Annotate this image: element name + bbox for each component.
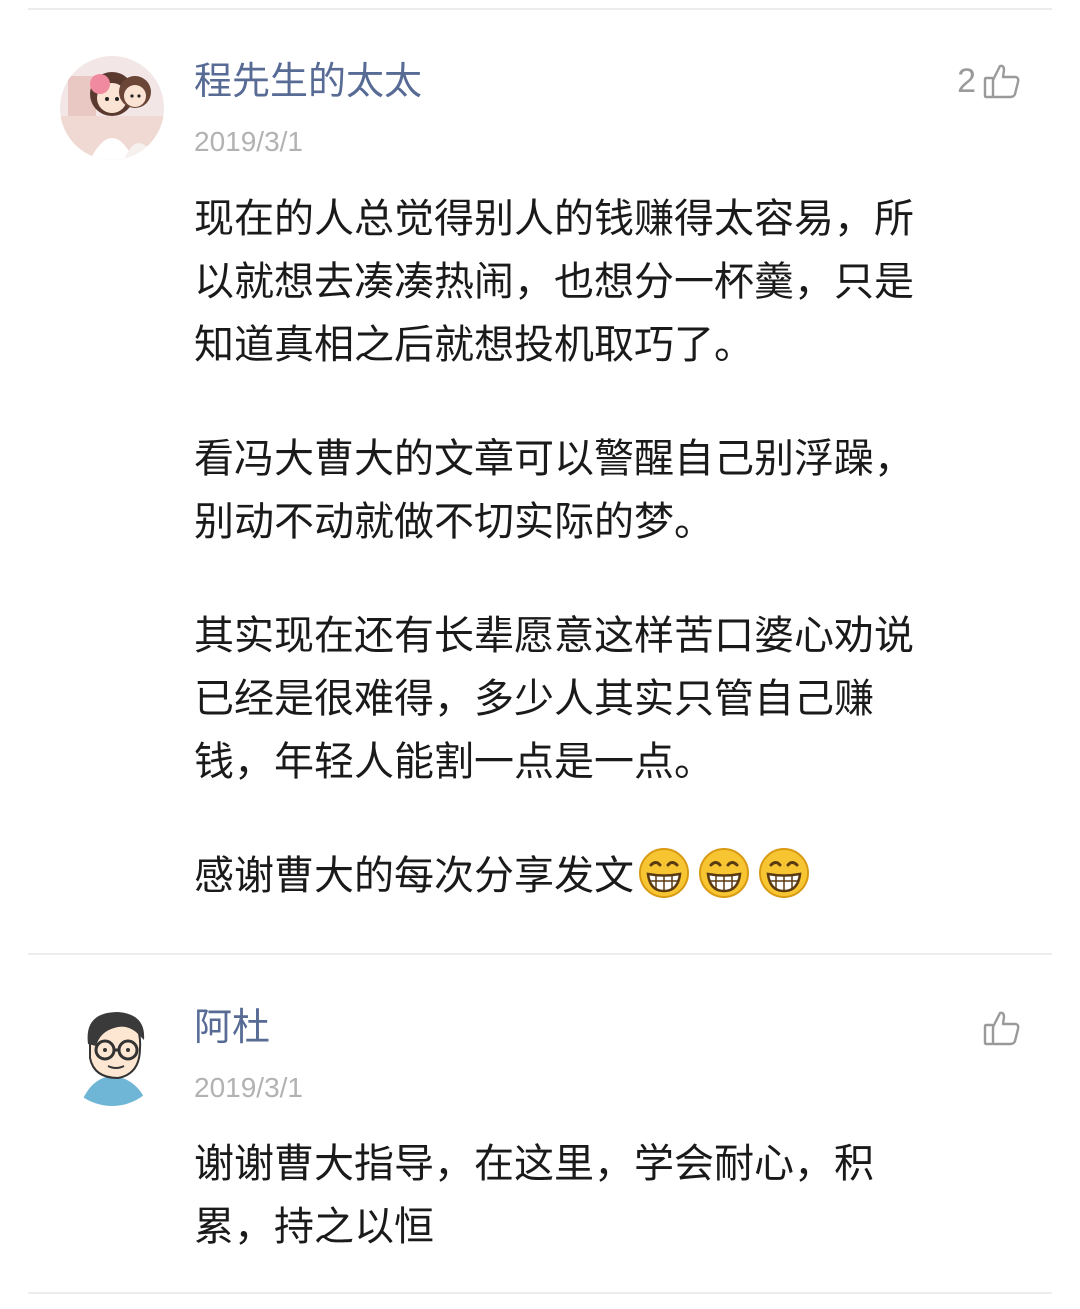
- comment-paragraph-last: 感谢曹大的每次分享发文: [194, 845, 1024, 908]
- comment-body: 现在的人总觉得别人的钱赚得太容易，所 以就想去凑凑热闹，也想分一杯羹，只是 知道…: [194, 188, 1024, 908]
- comment-paragraph-text: 感谢曹大的每次分享发文: [194, 853, 634, 899]
- like-button[interactable]: 2: [957, 57, 1022, 105]
- comment-paragraph: 现在的人总觉得别人的钱赚得太容易，所 以就想去凑凑热闹，也想分一杯羹，只是 知道…: [194, 196, 914, 368]
- emoji-row: [638, 847, 810, 899]
- comment-date: 2019/3/1: [194, 1072, 303, 1103]
- cartoon-girls-avatar-icon[interactable]: [60, 56, 164, 160]
- comment-divider: [28, 1292, 1052, 1294]
- thumbs-up-icon: [982, 1008, 1022, 1048]
- comment-body: 谢谢曹大指导，在这里，学会耐心，积 累，持之以恒: [194, 1133, 1024, 1259]
- like-button[interactable]: [976, 1004, 1022, 1052]
- comment-date: 2019/3/1: [194, 126, 303, 157]
- like-count: 2: [957, 61, 976, 100]
- grin-emoji-icon: [759, 848, 809, 898]
- thumbs-up-icon: [982, 61, 1022, 101]
- grin-emoji-icon: [639, 848, 689, 898]
- comment-paragraph: 谢谢曹大指导，在这里，学会耐心，积 累，持之以恒: [194, 1141, 874, 1250]
- grin-emoji-icon: [699, 848, 749, 898]
- author-name[interactable]: 程先生的太太: [194, 57, 422, 105]
- cartoon-man-glasses-avatar-icon[interactable]: [60, 1002, 164, 1106]
- comment-divider: [28, 953, 1052, 955]
- top-divider: [28, 8, 1052, 10]
- author-name[interactable]: 阿杜: [194, 1003, 270, 1051]
- comment-paragraph: 看冯大曹大的文章可以警醒自己别浮躁， 别动不动就做不切实际的梦。: [194, 436, 914, 545]
- comment-paragraph: 其实现在还有长辈愿意这样苦口婆心劝说 已经是很难得，多少人其实只管自己赚 钱，年…: [194, 613, 914, 785]
